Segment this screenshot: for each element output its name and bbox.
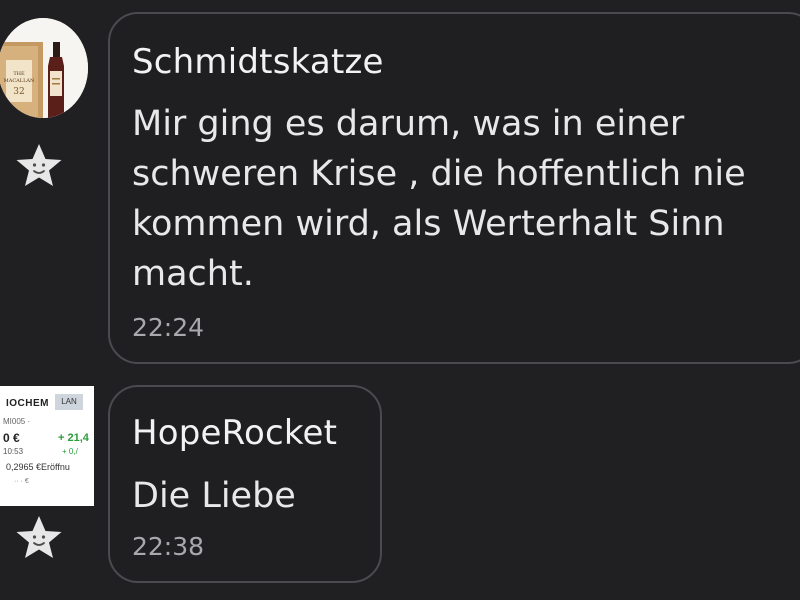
message-text: Die Liebe	[132, 476, 296, 516]
ticker-opening-price: 0,2965 €Eröffnu	[6, 462, 70, 472]
chat-view: THE MACALLAN 32 Schmidtskatze Mir ging e…	[0, 0, 800, 600]
ticker-change: + 21,4	[58, 432, 89, 444]
ticker-name: IOCHEM	[6, 398, 49, 409]
message-text: Mir ging es darum, was in einer schweren…	[132, 104, 746, 294]
message-author[interactable]: Schmidtskatze	[132, 42, 384, 82]
ticker-price: 0 €	[3, 431, 20, 445]
message-time: 22:24	[132, 313, 205, 342]
stock-ticker-avatar[interactable]: IOCHEM LAN MI005 · 0 € + 21,4 10:53 + 0,…	[0, 386, 94, 506]
ticker-time: 10:53	[3, 447, 24, 456]
ticker-change-small: + 0,/	[62, 447, 78, 456]
svg-text:32: 32	[13, 87, 24, 97]
message-bubble[interactable]: HopeRocket Die Liebe 22:38	[108, 385, 382, 583]
star-face-icon	[16, 144, 62, 186]
whisky-bottle-image: THE MACALLAN 32	[0, 18, 88, 118]
svg-text:MACALLAN: MACALLAN	[4, 78, 35, 84]
message-author[interactable]: HopeRocket	[132, 413, 337, 453]
message-time: 22:38	[132, 532, 205, 561]
whisky-bottle-avatar[interactable]: THE MACALLAN 32	[0, 18, 88, 118]
ticker-footer: ·· · €	[14, 478, 29, 485]
message-bubble[interactable]: Schmidtskatze Mir ging es darum, was in …	[108, 12, 800, 364]
ticker-tab: LAN	[55, 394, 83, 410]
ticker-id: MI005 ·	[3, 417, 31, 426]
svg-text:THE: THE	[13, 71, 25, 77]
star-face-icon	[16, 516, 62, 558]
